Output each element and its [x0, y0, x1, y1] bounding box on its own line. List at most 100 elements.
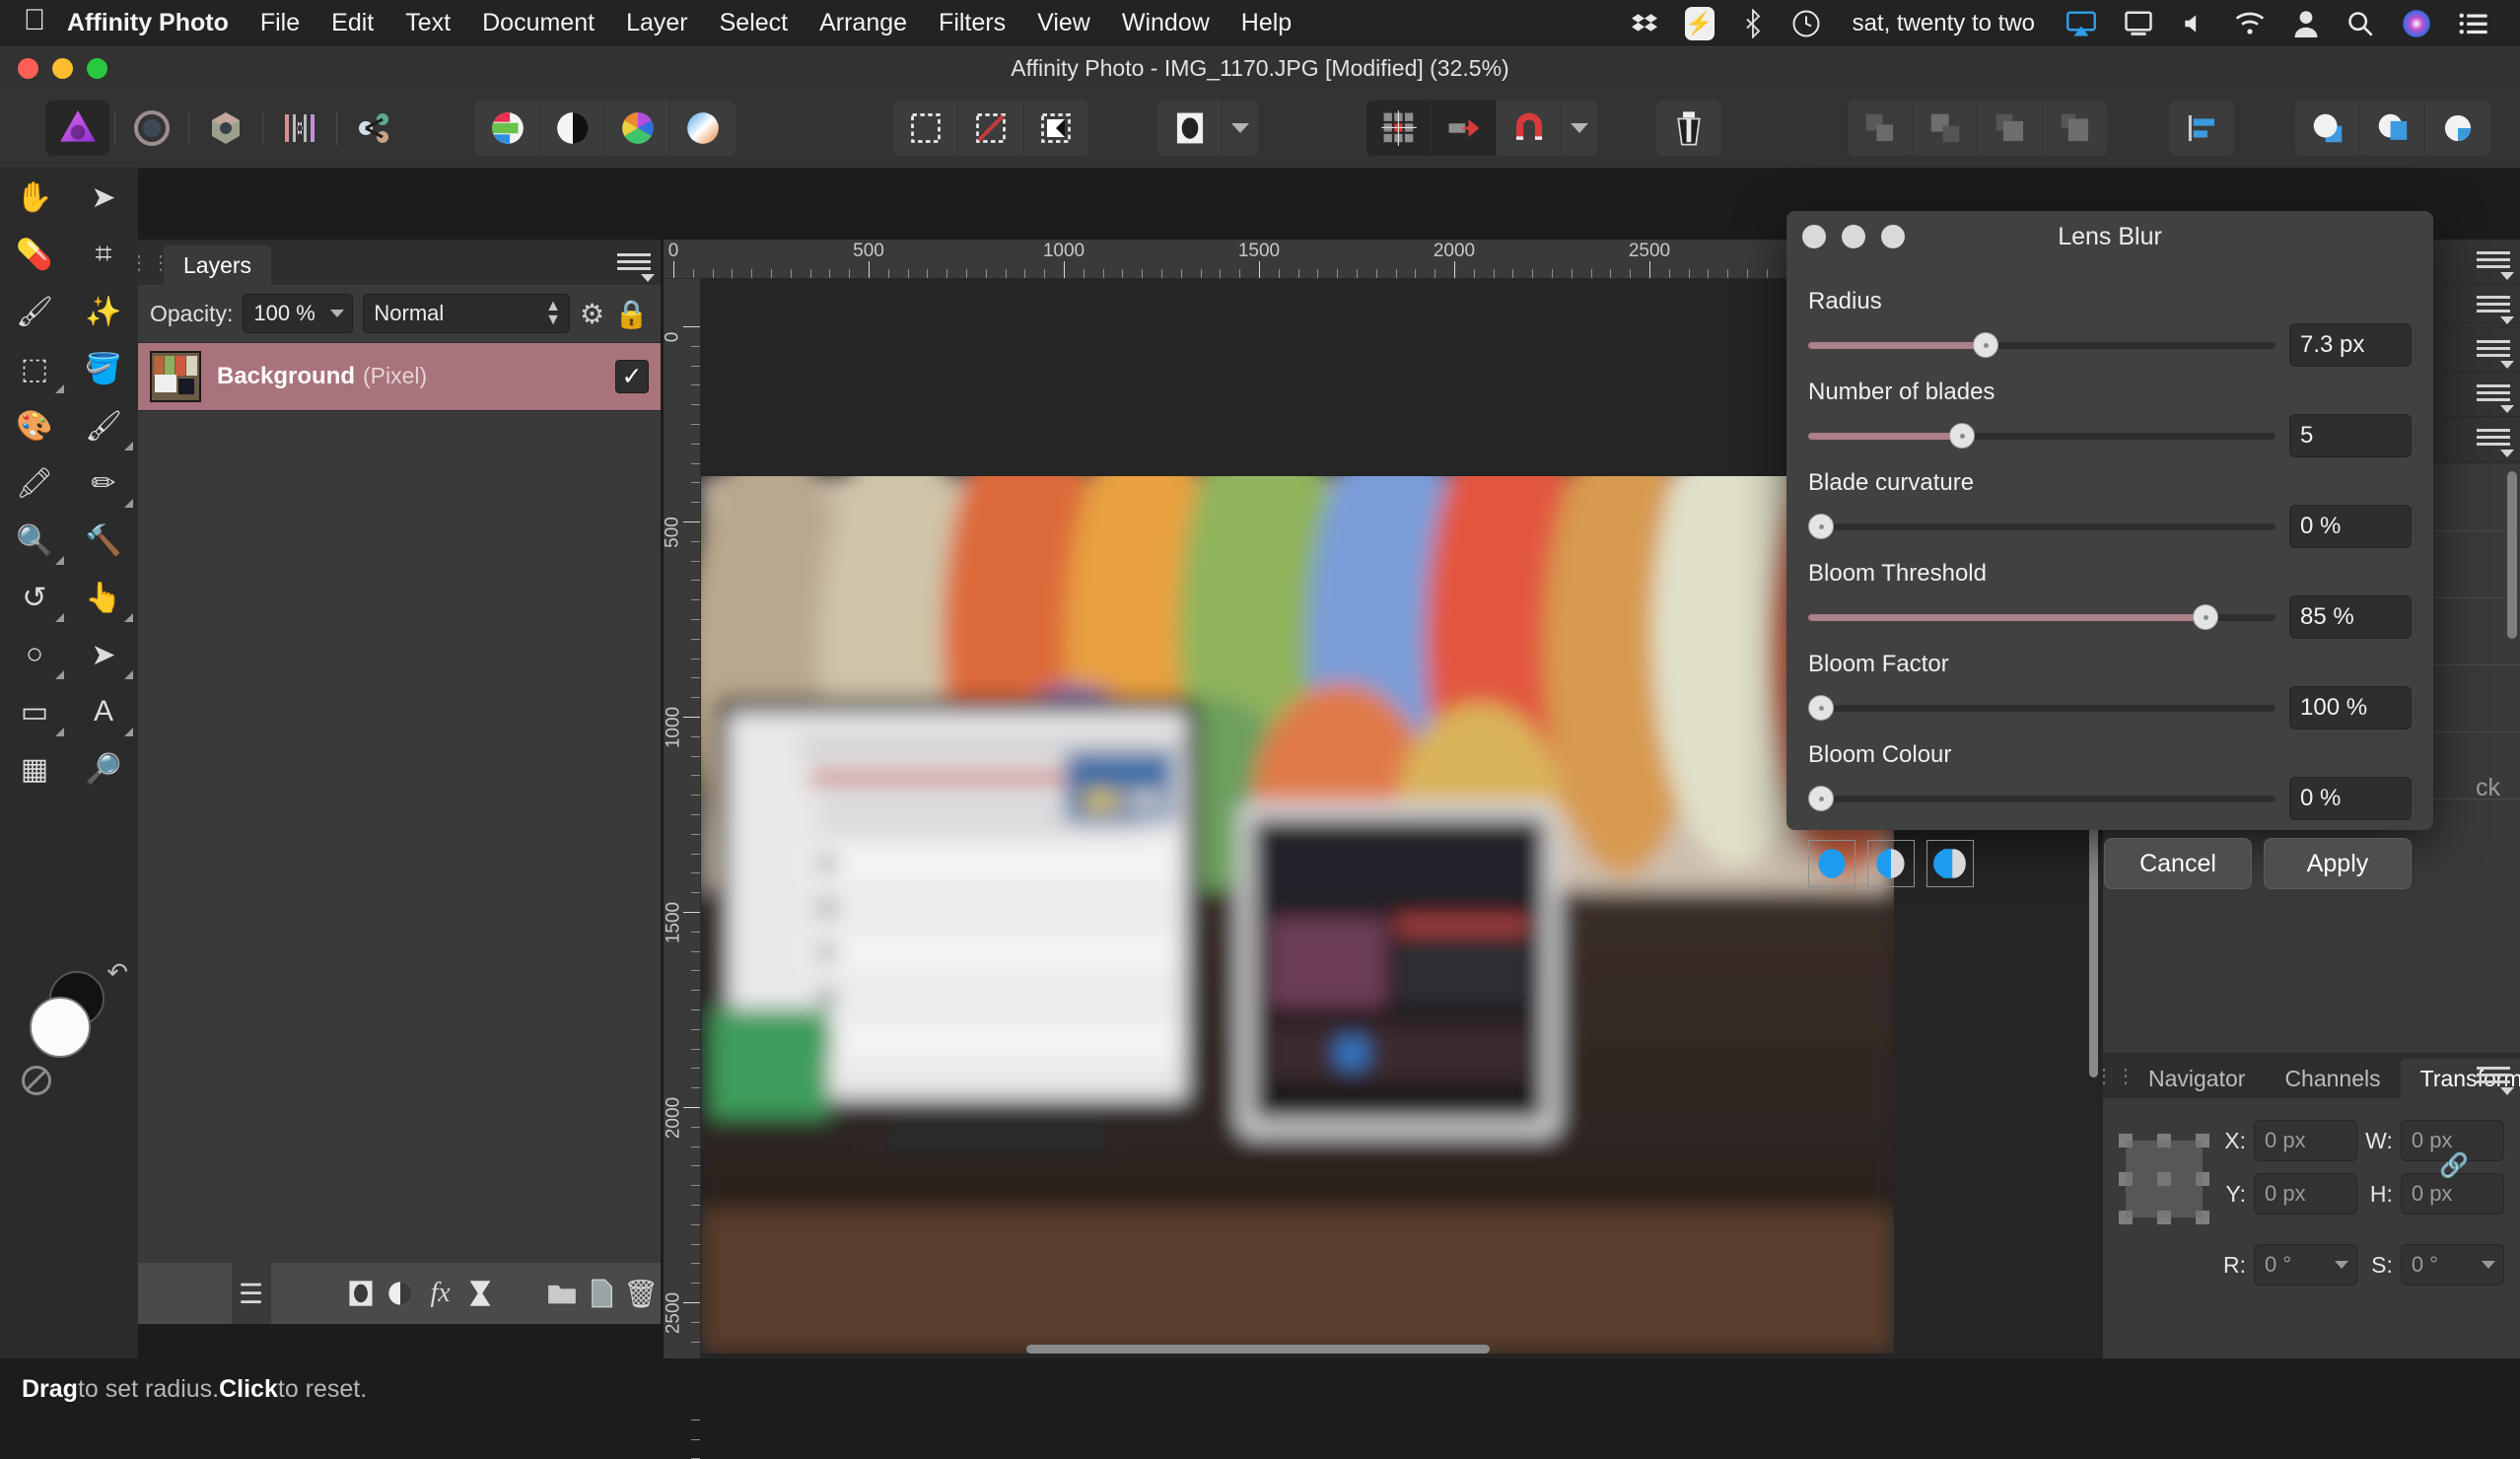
control-value-input[interactable]: 0 %	[2289, 505, 2412, 548]
move-to-back-icon[interactable]	[1913, 101, 1978, 156]
airplay-icon[interactable]	[2053, 0, 2110, 46]
menu-item-layer[interactable]: Layer	[610, 9, 704, 37]
blemish-removal-tool[interactable]: ○	[0, 626, 69, 683]
panel-menu-icon[interactable]	[617, 249, 651, 274]
erase-brush-tool[interactable]: ✏	[69, 454, 138, 512]
show-grid-icon[interactable]	[1366, 101, 1432, 156]
liquify-persona-icon[interactable]	[119, 101, 184, 156]
control-value-input[interactable]: 0 %	[2289, 777, 2412, 820]
selection-brush-tool[interactable]: 🖌	[0, 283, 69, 340]
dodge-brush-tool[interactable]: 🔍	[0, 512, 69, 569]
control-value-input[interactable]: 100 %	[2289, 686, 2412, 730]
mask-icon[interactable]	[341, 1263, 381, 1324]
control-slider[interactable]	[1808, 786, 2275, 811]
tone-mapping-persona-icon[interactable]	[267, 101, 332, 156]
menu-item-select[interactable]: Select	[704, 9, 804, 37]
assistant-icon[interactable]	[1656, 101, 1721, 156]
display-icon[interactable]	[2110, 0, 2167, 46]
menu-item-filters[interactable]: Filters	[923, 9, 1021, 37]
control-slider[interactable]	[1808, 695, 2275, 721]
paint-mixer-brush-tool[interactable]: 🖍	[0, 454, 69, 512]
move-to-front-icon[interactable]	[2043, 101, 2108, 156]
zoom-tool[interactable]: 🔎	[69, 740, 138, 798]
panel-menu-icon[interactable]	[2477, 292, 2510, 316]
panel-menu-icon[interactable]	[2477, 1063, 2510, 1087]
menu-item-view[interactable]: View	[1021, 9, 1106, 37]
layer-effects-icon[interactable]: ⚙	[580, 298, 604, 330]
invert-selection-icon[interactable]	[1023, 101, 1088, 156]
search-icon[interactable]	[2333, 0, 2388, 46]
delete-icon[interactable]: 🗑	[621, 1263, 661, 1324]
x-input[interactable]: 0 px	[2254, 1120, 2357, 1161]
apply-button[interactable]: Apply	[2264, 838, 2412, 889]
vertical-ruler[interactable]: 05001000150020002500	[664, 279, 701, 1358]
snap-to-icon[interactable]	[1432, 101, 1497, 156]
control-value-input[interactable]: 85 %	[2289, 595, 2412, 639]
control-slider[interactable]	[1808, 514, 2275, 539]
menu-item-edit[interactable]: Edit	[315, 9, 389, 37]
affinity-photo-persona-icon[interactable]	[45, 101, 110, 156]
menu-item-app[interactable]: Affinity Photo	[51, 9, 245, 37]
panel-menu-icon[interactable]	[2477, 247, 2510, 272]
tab-navigator[interactable]: Navigator	[2129, 1059, 2265, 1098]
white-balance-icon[interactable]	[670, 101, 735, 156]
opacity-input[interactable]: 100 %	[243, 294, 353, 333]
add-shape-icon[interactable]	[2295, 101, 2360, 156]
colour-well[interactable]: ↶	[22, 971, 120, 1060]
slider-knob[interactable]	[1808, 514, 1834, 539]
control-slider[interactable]	[1808, 332, 2275, 358]
add-pixel-layer-icon[interactable]	[582, 1263, 621, 1324]
siri-icon[interactable]	[2388, 0, 2445, 46]
intersect-shape-icon[interactable]	[2425, 101, 2490, 156]
menu-item-document[interactable]: Document	[466, 9, 610, 37]
move-forward-one-icon[interactable]	[1978, 101, 2043, 156]
control-center-icon[interactable]	[2445, 0, 2502, 46]
move-back-one-icon[interactable]	[1848, 101, 1913, 156]
contrast-icon[interactable]	[540, 101, 605, 156]
s-input[interactable]: 0 °	[2401, 1244, 2504, 1285]
crop-tool[interactable]: ⌗	[69, 226, 138, 283]
select-rectangle-icon[interactable]	[893, 101, 958, 156]
group-icon[interactable]	[542, 1263, 582, 1324]
slider-knob[interactable]	[2193, 604, 2218, 630]
time-machine-icon[interactable]	[1778, 0, 1835, 46]
blend-ranges-dropdown[interactable]	[1223, 101, 1258, 156]
preview-mirror-icon[interactable]	[1926, 840, 1974, 887]
slider-knob[interactable]	[1949, 423, 1975, 449]
slider-knob[interactable]	[1808, 695, 1834, 721]
flood-fill-tool[interactable]: 🪣	[69, 340, 138, 397]
bluetooth-icon[interactable]	[1728, 0, 1778, 46]
fx-icon[interactable]: fx	[421, 1263, 460, 1324]
export-persona-icon[interactable]	[341, 101, 406, 156]
tab-layers[interactable]: Layers	[164, 245, 271, 285]
dropbox-icon[interactable]	[1618, 0, 1671, 46]
node-tool[interactable]: ➤	[69, 626, 138, 683]
lock-icon[interactable]: 🔒	[614, 298, 649, 330]
live-filter-icon[interactable]	[460, 1263, 500, 1324]
marquee-selection-tool[interactable]: ⬚	[0, 340, 69, 397]
bolt-icon[interactable]: ⚡	[1671, 0, 1728, 46]
layer-row[interactable]: Background(Pixel)✓	[138, 342, 661, 411]
magnet-icon[interactable]	[1497, 101, 1562, 156]
tab-channels[interactable]: Channels	[2265, 1059, 2400, 1098]
link-ratio-icon[interactable]: 🔗	[2439, 1151, 2469, 1180]
control-value-input[interactable]: 7.3 px	[2289, 323, 2412, 367]
foreground-colour-swatch[interactable]	[30, 997, 91, 1058]
no-colour-icon[interactable]	[22, 1066, 51, 1095]
preview-full-icon[interactable]	[1808, 840, 1855, 887]
preview-split-icon[interactable]	[1867, 840, 1915, 887]
volume-icon[interactable]	[2167, 0, 2220, 46]
clone-brush-tool[interactable]: 🔨	[69, 512, 138, 569]
paint-brush-tool[interactable]: 🖌	[69, 397, 138, 454]
colour-wheel-icon[interactable]	[605, 101, 670, 156]
panel-menu-icon[interactable]	[2477, 425, 2510, 450]
slider-knob[interactable]	[1973, 332, 1998, 358]
close-button[interactable]	[1802, 225, 1826, 248]
layer-visibility-checkbox[interactable]: ✓	[615, 360, 649, 393]
apple-icon[interactable]: 	[18, 9, 51, 37]
menu-item-arrange[interactable]: Arrange	[804, 9, 923, 37]
flood-select-tool[interactable]: ✨	[69, 283, 138, 340]
minimize-button[interactable]	[1842, 225, 1865, 248]
blend-mode-select[interactable]: Normal ▲▼	[363, 294, 570, 333]
swap-colours-icon[interactable]: ↶	[106, 957, 128, 988]
